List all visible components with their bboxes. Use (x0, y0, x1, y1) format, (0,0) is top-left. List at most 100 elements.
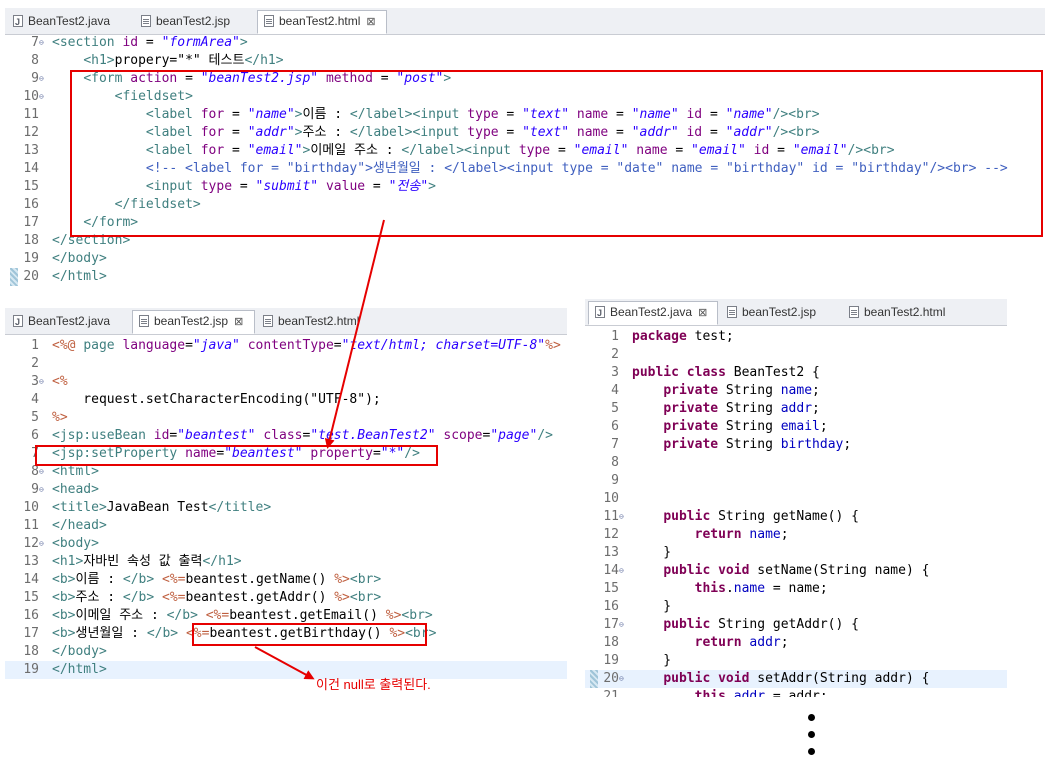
code-line[interactable]: 17 ⊖ public String getAddr() { (585, 616, 1007, 634)
code-line[interactable]: 19 </body> (5, 250, 1045, 268)
line-number: 18 (603, 635, 619, 650)
code-line[interactable]: 14 ⊖ public void setName(String name) { (585, 562, 1007, 580)
fold-toggle-icon[interactable]: ⊖ (39, 34, 49, 52)
fold-toggle-icon[interactable]: ⊖ (619, 616, 629, 634)
code-line[interactable]: 10 <title>JavaBean Test</title> (5, 499, 567, 517)
line-number: 11 (603, 509, 619, 524)
code-text: public void setName(String name) { (663, 563, 930, 578)
code-line[interactable]: 7 ⊖ <section id = "formArea"> (5, 34, 1045, 52)
code-line[interactable]: 11 ⊖ public String getName() { (585, 508, 1007, 526)
code-line[interactable]: 18 return addr; (585, 634, 1007, 652)
jsp-file-icon (727, 306, 737, 318)
code-text: } (632, 545, 672, 560)
line-number: 16 (603, 599, 619, 614)
code-text: </head> (52, 518, 107, 533)
code-line[interactable]: 21 this.addr = addr; (585, 688, 1007, 697)
line-number: 17 (603, 617, 619, 632)
code-line[interactable]: 9 ⊖ <head> (5, 481, 567, 499)
tab-beantest2-java[interactable]: BeanTest2.java (7, 311, 110, 333)
tab-beantest2-java[interactable]: BeanTest2.java ⊠ (588, 301, 718, 325)
code-line[interactable]: 13 } (585, 544, 1007, 562)
line-number: 3 (31, 374, 39, 389)
code-line[interactable]: 20 ⊖ public void setAddr(String addr) { (585, 670, 1007, 688)
code-line[interactable]: 2 (585, 346, 1007, 364)
code-line[interactable]: 5 private String addr; (585, 400, 1007, 418)
java-code-area[interactable]: 1 package test; 2 3 public class BeanTest2 {… (585, 328, 1007, 697)
fold-toggle-icon[interactable]: ⊖ (619, 562, 629, 580)
code-line[interactable]: 6 <jsp:useBean id="beantest" class="test.… (5, 427, 567, 445)
code-line[interactable]: 13 <h1>자바빈 속성 값 출력</h1> (5, 553, 567, 571)
tab-label: BeanTest2.java (28, 314, 111, 328)
code-text: public void setAddr(String addr) { (663, 671, 930, 686)
tab-beantest2-html[interactable]: beanTest2.html (257, 311, 359, 333)
ellipsis-dot (808, 731, 815, 738)
code-line[interactable]: 10 (585, 490, 1007, 508)
java-file-icon (13, 312, 23, 333)
code-line[interactable]: 1 package test; (585, 328, 1007, 346)
line-number: 10 (23, 89, 39, 104)
close-tab-icon[interactable]: ⊠ (366, 12, 375, 33)
code-text: return addr; (694, 635, 789, 650)
line-number: 12 (603, 527, 619, 542)
code-line[interactable]: 8 (585, 454, 1007, 472)
code-text: request.setCharacterEncoding("UTF-8"); (52, 392, 381, 407)
tab-beantest2-jsp[interactable]: beanTest2.jsp ⊠ (132, 310, 255, 334)
code-line[interactable]: 14 <b>이름 : </b> <%=beantest.getName() %><… (5, 571, 567, 589)
code-line[interactable]: 11 </head> (5, 517, 567, 535)
fold-toggle-icon[interactable]: ⊖ (39, 535, 49, 553)
tab-label: BeanTest2.java (28, 14, 111, 28)
line-number: 9 (31, 71, 39, 86)
code-text: } (632, 653, 672, 668)
tab-beantest2-jsp[interactable]: beanTest2.jsp (135, 11, 230, 33)
fold-toggle-icon[interactable]: ⊖ (39, 88, 49, 106)
line-number: 4 (611, 383, 619, 398)
code-line[interactable]: 19 } (585, 652, 1007, 670)
line-number: 13 (23, 143, 39, 158)
code-text: private String name; (663, 383, 820, 398)
line-number: 20 (23, 269, 39, 284)
line-number: 7 (31, 35, 39, 50)
code-line[interactable]: 2 (5, 355, 567, 373)
code-line[interactable]: 1 <%@ page language="java" contentType="t… (5, 337, 567, 355)
code-text: } (632, 599, 672, 614)
code-text: </body> (52, 644, 107, 659)
code-line[interactable]: 19 </html> (5, 661, 567, 679)
code-line[interactable]: 12 ⊖ <body> (5, 535, 567, 553)
code-line[interactable]: 5 %> (5, 409, 567, 427)
code-line[interactable]: 15 this.name = name; (585, 580, 1007, 598)
code-line[interactable]: 8 <h1>propery="*" 테스트</h1> (5, 52, 1045, 70)
fold-toggle-icon[interactable]: ⊖ (39, 481, 49, 499)
java-editor-tabbar: BeanTest2.java ⊠ beanTest2.jsp beanTest2.… (585, 299, 1007, 326)
code-text: <h1>propery="*" 테스트</h1> (83, 53, 284, 68)
code-line[interactable]: 6 private String email; (585, 418, 1007, 436)
code-text: public String getAddr() { (663, 617, 859, 632)
fold-toggle-icon[interactable]: ⊖ (39, 373, 49, 391)
close-tab-icon[interactable]: ⊠ (698, 303, 707, 324)
code-line[interactable]: 3 ⊖ <% (5, 373, 567, 391)
setproperty-highlight-box (35, 445, 438, 466)
code-line[interactable]: 15 <b>주소 : </b> <%=beantest.getAddr() %><… (5, 589, 567, 607)
code-line[interactable]: 4 request.setCharacterEncoding("UTF-8"); (5, 391, 567, 409)
tab-beantest2-jsp[interactable]: beanTest2.jsp (721, 302, 816, 324)
code-line[interactable]: 12 return name; (585, 526, 1007, 544)
line-number: 18 (23, 644, 39, 659)
code-text: <jsp:useBean id="beantest" class="test.B… (52, 428, 553, 443)
code-line[interactable]: 3 public class BeanTest2 { (585, 364, 1007, 382)
fold-toggle-icon[interactable]: ⊖ (619, 670, 629, 688)
line-number: 3 (611, 365, 619, 380)
tab-beantest2-html[interactable]: beanTest2.html ⊠ (257, 10, 387, 34)
code-line[interactable]: 4 private String name; (585, 382, 1007, 400)
code-line[interactable]: 20 </html> (5, 268, 1045, 286)
fold-toggle-icon[interactable]: ⊖ (39, 70, 49, 88)
code-line[interactable]: 9 (585, 472, 1007, 490)
fold-toggle-icon[interactable]: ⊖ (619, 508, 629, 526)
tab-beantest2-java[interactable]: BeanTest2.java (7, 11, 110, 33)
code-line[interactable]: 7 private String birthday; (585, 436, 1007, 454)
code-line[interactable]: 16 } (585, 598, 1007, 616)
tab-beantest2-html[interactable]: beanTest2.html (843, 302, 945, 324)
code-text: <%@ page language="java" contentType="te… (52, 338, 561, 353)
code-text: <b>이름 : </b> <%=beantest.getName() %><br… (52, 572, 382, 587)
close-tab-icon[interactable]: ⊠ (234, 312, 243, 333)
tab-label: beanTest2.html (279, 14, 361, 28)
form-highlight-box (70, 70, 1043, 237)
